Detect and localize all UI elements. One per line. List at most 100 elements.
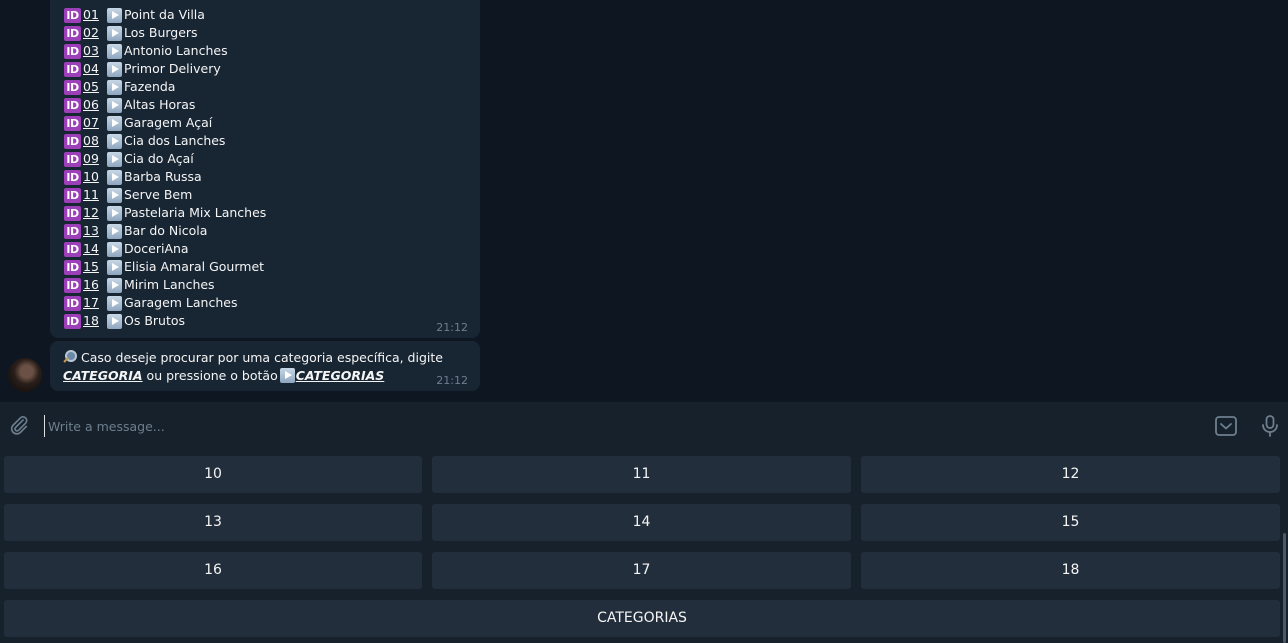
- restaurant-name: Garagem Lanches: [124, 295, 238, 310]
- id-number: 02: [83, 25, 99, 40]
- id-number: 18: [83, 313, 99, 328]
- id-number: 05: [83, 79, 99, 94]
- play-button-icon: [107, 313, 122, 329]
- keyboard-button-16[interactable]: 16: [4, 552, 422, 589]
- restaurant-name: Cia dos Lanches: [124, 133, 226, 148]
- restaurant-name: Pastelaria Mix Lanches: [124, 205, 267, 220]
- id-number: 16: [83, 277, 99, 292]
- play-button-icon: [107, 25, 122, 41]
- id-icon: ID: [64, 313, 81, 329]
- keyboard-scrollbar[interactable]: [1283, 533, 1286, 643]
- message-bubble-restaurant-list: ID 01 Point da Villa ID 02 Los Burgers ID 03 A…: [50, 0, 480, 338]
- list-item: ID 09 Cia do Açaí: [64, 150, 266, 168]
- id-number: 11: [83, 187, 99, 202]
- play-button-icon: [107, 7, 122, 23]
- list-item: ID 14 DoceriAna: [64, 240, 266, 258]
- play-button-icon: [107, 133, 122, 149]
- bot-reply-keyboard: 10 11 12 13 14 15 16 17 18 CATEGORIAS: [0, 448, 1288, 643]
- restaurant-name: Primor Delivery: [124, 61, 221, 76]
- microphone-icon[interactable]: [1259, 414, 1281, 438]
- keyboard-button-15[interactable]: 15: [861, 504, 1280, 541]
- id-icon: ID: [64, 61, 81, 77]
- restaurant-name: Garagem Açaí: [124, 115, 213, 130]
- play-button-icon: [107, 295, 122, 311]
- play-button-icon: [107, 61, 122, 77]
- list-item: ID 15 Elisia Amaral Gourmet: [64, 258, 266, 276]
- list-item: ID 07 Garagem Açaí: [64, 114, 266, 132]
- id-icon: ID: [64, 25, 81, 41]
- id-number: 07: [83, 115, 99, 130]
- list-item: ID 18 Os Brutos: [64, 312, 266, 330]
- list-item: ID 02 Los Burgers: [64, 24, 266, 42]
- message-time: 21:12: [436, 374, 468, 387]
- message-text: Caso deseje procurar por uma categoria e…: [63, 349, 443, 385]
- hint-text-2: ou pressione o botão: [146, 368, 278, 383]
- categoria-command-link[interactable]: CATEGORIA: [63, 368, 143, 383]
- keyboard-button-11[interactable]: 11: [432, 456, 851, 493]
- message-time: 21:12: [436, 321, 468, 334]
- list-item: ID 06 Altas Horas: [64, 96, 266, 114]
- list-item: ID 01 Point da Villa: [64, 6, 266, 24]
- play-button-icon: [107, 169, 122, 185]
- bot-keyboard-icon[interactable]: [1214, 415, 1238, 437]
- play-button-icon: [107, 151, 122, 167]
- restaurant-name: Fazenda: [124, 79, 176, 94]
- restaurant-name: Barba Russa: [124, 169, 202, 184]
- play-button-icon: [107, 223, 122, 239]
- play-button-icon: [107, 43, 122, 59]
- id-number: 14: [83, 241, 99, 256]
- id-icon: ID: [64, 169, 81, 185]
- id-number: 10: [83, 169, 99, 184]
- chat-history[interactable]: ID 01 Point da Villa ID 02 Los Burgers ID 03 A…: [0, 0, 1288, 402]
- message-bubble-category-hint: Caso deseje procurar por uma categoria e…: [50, 341, 480, 391]
- avatar[interactable]: [8, 358, 42, 392]
- message-input[interactable]: [44, 415, 1190, 437]
- id-icon: ID: [64, 7, 81, 23]
- id-number: 08: [83, 133, 99, 148]
- restaurant-list: ID 01 Point da Villa ID 02 Los Burgers ID 03 A…: [64, 6, 266, 330]
- restaurant-name: Point da Villa: [124, 7, 205, 22]
- play-button-icon: [107, 187, 122, 203]
- magnifier-icon: [63, 350, 77, 364]
- message-composer: [0, 402, 1288, 449]
- categorias-link[interactable]: CATEGORIAS: [296, 368, 385, 383]
- keyboard-button-10[interactable]: 10: [4, 456, 422, 493]
- list-item: ID 05 Fazenda: [64, 78, 266, 96]
- play-button-icon: [107, 79, 122, 95]
- play-button-icon: [107, 115, 122, 131]
- list-item: ID 13 Bar do Nicola: [64, 222, 266, 240]
- list-item: ID 04 Primor Delivery: [64, 60, 266, 78]
- id-number: 17: [83, 295, 99, 310]
- list-item: ID 17 Garagem Lanches: [64, 294, 266, 312]
- paperclip-icon[interactable]: [8, 414, 30, 436]
- id-number: 03: [83, 43, 99, 58]
- id-number: 06: [83, 97, 99, 112]
- play-button-icon: [279, 368, 295, 383]
- restaurant-name: Serve Bem: [124, 187, 193, 202]
- id-icon: ID: [64, 187, 81, 203]
- id-icon: ID: [64, 151, 81, 167]
- keyboard-button-14[interactable]: 14: [432, 504, 851, 541]
- list-item: ID 11 Serve Bem: [64, 186, 266, 204]
- id-icon: ID: [64, 115, 81, 131]
- keyboard-button-12[interactable]: 12: [861, 456, 1280, 493]
- id-number: 01: [83, 7, 99, 22]
- keyboard-button-17[interactable]: 17: [432, 552, 851, 589]
- restaurant-name: Altas Horas: [124, 97, 196, 112]
- list-item: ID 03 Antonio Lanches: [64, 42, 266, 60]
- keyboard-button-categorias[interactable]: CATEGORIAS: [4, 600, 1280, 637]
- restaurant-name: Os Brutos: [124, 313, 186, 328]
- play-button-icon: [107, 241, 122, 257]
- hint-text-1: Caso deseje procurar por uma categoria e…: [81, 350, 443, 365]
- id-icon: ID: [64, 241, 81, 257]
- id-number: 15: [83, 259, 99, 274]
- restaurant-name: Bar do Nicola: [124, 223, 208, 238]
- keyboard-button-13[interactable]: 13: [4, 504, 422, 541]
- restaurant-name: Los Burgers: [124, 25, 198, 40]
- play-button-icon: [107, 259, 122, 275]
- restaurant-name: Mirim Lanches: [124, 277, 215, 292]
- list-item: ID 08 Cia dos Lanches: [64, 132, 266, 150]
- list-item: ID 12 Pastelaria Mix Lanches: [64, 204, 266, 222]
- id-icon: ID: [64, 205, 81, 221]
- keyboard-button-18[interactable]: 18: [861, 552, 1280, 589]
